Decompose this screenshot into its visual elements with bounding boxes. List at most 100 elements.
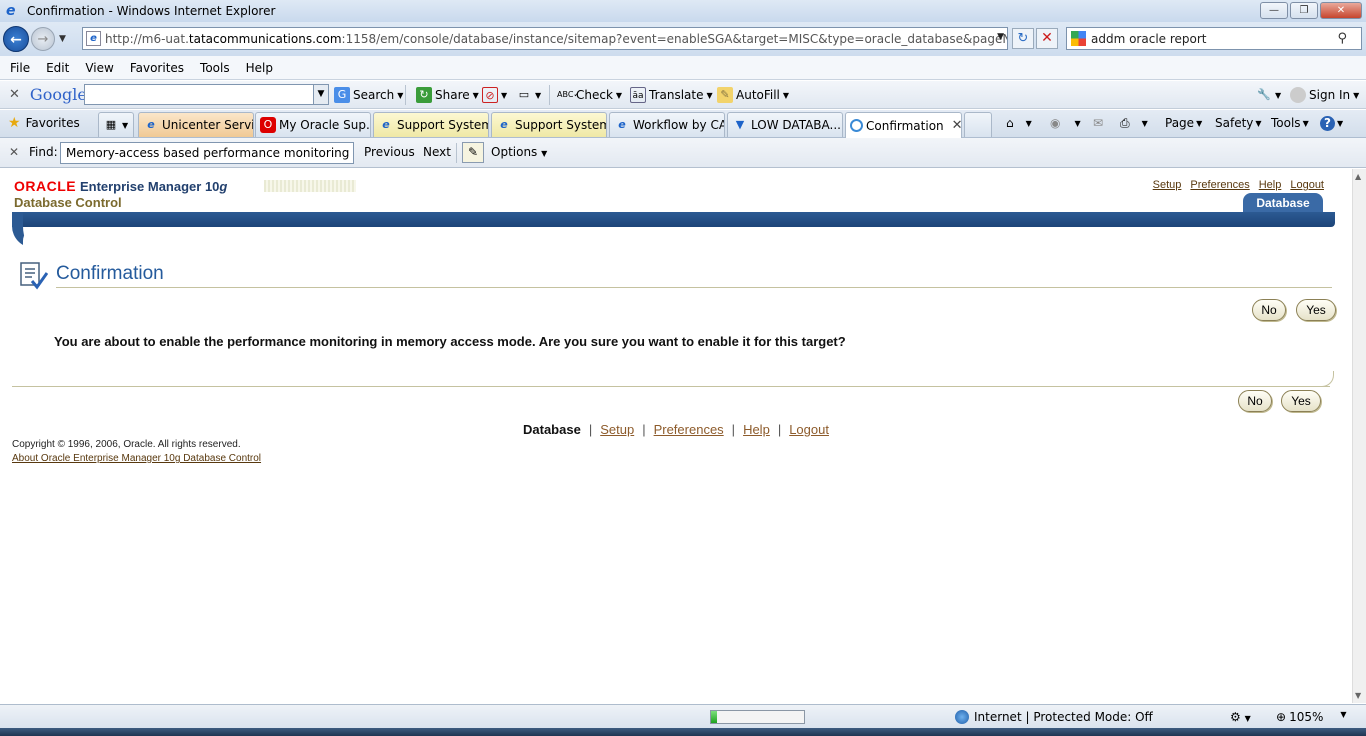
tab-workflow[interactable]: e Workflow by CA <box>609 112 725 137</box>
security-zone[interactable]: Internet | Protected Mode: Off <box>955 710 1153 724</box>
vertical-scrollbar[interactable]: ▲ ▼ <box>1352 169 1366 703</box>
no-button-bottom[interactable]: No <box>1238 390 1272 412</box>
refresh-button[interactable]: ↻ <box>1012 28 1034 49</box>
close-tab-icon[interactable]: ✕ <box>952 118 961 133</box>
spell-check-button[interactable]: ABC✓ Check ▼ <box>557 87 622 103</box>
yes-button-bottom[interactable]: Yes <box>1281 390 1321 412</box>
window-titlebar: e Confirmation - Windows Internet Explor… <box>0 0 1366 22</box>
oracle-wordmark: ORACLE <box>14 178 77 194</box>
home-button[interactable]: ⌂ ▼ <box>1006 116 1032 130</box>
favorites-label: Favorites <box>25 116 80 130</box>
share-icon: ↻ <box>416 87 432 103</box>
tab-database[interactable]: Database <box>1243 193 1323 213</box>
google-search-input[interactable]: ▼ <box>84 84 329 105</box>
title-divider <box>56 287 1332 288</box>
spell-check-icon: ABC✓ <box>557 90 581 99</box>
yes-button-top[interactable]: Yes <box>1296 299 1336 321</box>
link-preferences[interactable]: Preferences <box>1190 179 1249 191</box>
close-toolbar-icon[interactable]: ✕ <box>9 87 20 102</box>
search-icon[interactable]: ⚲ <box>1337 31 1347 46</box>
check-label: Check <box>576 88 613 102</box>
highlight-matches-button[interactable]: ✎ <box>462 142 484 163</box>
tab-confirmation[interactable]: Confirmation ✕ <box>845 112 962 138</box>
quick-tabs-button[interactable]: ▦ ▼ <box>98 112 134 137</box>
popup-blocker-button[interactable]: ⊘ ▼ <box>482 87 507 103</box>
tab-label: Workflow by CA <box>633 118 725 132</box>
find-next-button[interactable]: Next <box>423 145 451 159</box>
zoom-control[interactable]: ⊕ 105% ▼ <box>1276 710 1347 724</box>
toolbar-separator <box>405 85 406 105</box>
menu-help[interactable]: Help <box>246 61 273 75</box>
menu-edit[interactable]: Edit <box>46 61 69 75</box>
google-search-button[interactable]: G Search ▼ <box>334 87 403 103</box>
menu-file[interactable]: File <box>10 61 30 75</box>
scroll-up-icon[interactable]: ▲ <box>1355 172 1361 181</box>
google-logo: Google <box>30 85 87 104</box>
confirmation-icon <box>20 262 48 290</box>
forward-button[interactable]: → <box>31 27 55 51</box>
page-icon: e <box>86 31 101 46</box>
safety-menu[interactable]: Safety ▼ <box>1215 116 1262 130</box>
translate-icon: āa <box>630 87 646 103</box>
scroll-down-icon[interactable]: ▼ <box>1355 691 1361 700</box>
footer-link-help[interactable]: Help <box>743 422 770 437</box>
tab-support-system-2[interactable]: e Support System : <box>491 112 607 137</box>
global-links: Setup Preferences Help Logout <box>1153 179 1324 191</box>
highlight-icon: ▭ <box>518 88 530 101</box>
product-name-text: Enterprise Manager 10 <box>79 179 220 194</box>
window-title: Confirmation - Windows Internet Explorer <box>27 4 276 18</box>
safety-menu-label: Safety <box>1215 116 1254 130</box>
url-field[interactable]: e http://m6-uat. tatacommunications.com:1… <box>82 27 1008 50</box>
page-menu[interactable]: Page ▼ <box>1165 116 1202 130</box>
minimize-button[interactable]: — <box>1260 2 1288 19</box>
print-button[interactable]: ⎙ ▼ <box>1120 116 1148 131</box>
brand-decoration <box>264 180 356 192</box>
link-help[interactable]: Help <box>1259 179 1282 191</box>
highlight-button[interactable]: ▭ ▼ <box>516 87 541 103</box>
feeds-button[interactable]: ◉ ▼ <box>1050 116 1081 130</box>
search-box[interactable]: addm oracle report ⚲ <box>1066 27 1362 50</box>
about-link[interactable]: About Oracle Enterprise Manager 10g Data… <box>12 453 261 464</box>
menu-favorites[interactable]: Favorites <box>130 61 184 75</box>
link-setup[interactable]: Setup <box>1153 179 1182 191</box>
tab-my-oracle-support[interactable]: O My Oracle Sup... <box>255 112 371 137</box>
footer-current-database: Database <box>523 422 581 437</box>
close-find-icon[interactable]: ✕ <box>9 145 19 159</box>
status-bar: Internet | Protected Mode: Off ⚙ ▼ ⊕ 105… <box>0 704 1366 728</box>
protected-mode-button[interactable]: ⚙ ▼ <box>1230 710 1251 724</box>
footer-link-setup[interactable]: Setup <box>600 422 634 437</box>
toolbar-settings-button[interactable]: 🔧 ▼ <box>1256 87 1281 103</box>
tab-support-system-1[interactable]: e Support System : <box>373 112 489 137</box>
maximize-button[interactable]: ❐ <box>1290 2 1318 19</box>
close-window-button[interactable]: ✕ <box>1320 2 1362 19</box>
footer-link-logout[interactable]: Logout <box>789 422 829 437</box>
menu-tools[interactable]: Tools <box>200 61 230 75</box>
translate-button[interactable]: āa Translate ▼ <box>630 87 713 103</box>
tools-menu[interactable]: Tools ▼ <box>1271 116 1309 130</box>
footer-link-preferences[interactable]: Preferences <box>654 422 724 437</box>
zoom-level: 105% <box>1289 710 1324 724</box>
share-button[interactable]: ↻ Share ▼ <box>416 87 479 103</box>
tab-unicenter[interactable]: e Unicenter Servi... <box>138 112 254 137</box>
autofill-button[interactable]: ✎ AutoFill ▼ <box>717 87 789 103</box>
sign-in-button[interactable]: Sign In ▼ <box>1290 87 1359 103</box>
favorites-button[interactable]: ★ Favorites <box>8 115 80 131</box>
tab-low-database[interactable]: ▼ LOW DATABA... <box>727 112 843 137</box>
menu-view[interactable]: View <box>85 61 113 75</box>
find-input[interactable]: Memory-access based performance monitori… <box>60 142 354 164</box>
product-version-suffix: g <box>219 179 228 194</box>
link-logout[interactable]: Logout <box>1290 179 1324 191</box>
new-tab-button[interactable] <box>964 112 992 137</box>
no-button-top[interactable]: No <box>1252 299 1286 321</box>
url-dropdown-icon[interactable]: ▼ <box>997 32 1004 42</box>
find-previous-button[interactable]: Previous <box>364 145 415 159</box>
read-mail-button[interactable]: ✉ <box>1093 116 1103 130</box>
autofill-label: AutoFill <box>736 88 780 102</box>
google-search-dropdown-icon[interactable]: ▼ <box>313 85 328 104</box>
help-menu[interactable]: ? ▼ <box>1320 116 1343 131</box>
stop-button[interactable]: ✕ <box>1036 28 1058 49</box>
back-button[interactable]: ← <box>3 26 29 52</box>
find-options-button[interactable]: Options ▼ <box>491 145 547 159</box>
menu-bar: File Edit View Favorites Tools Help <box>0 56 1366 80</box>
history-dropdown-icon[interactable]: ▼ <box>59 34 71 44</box>
